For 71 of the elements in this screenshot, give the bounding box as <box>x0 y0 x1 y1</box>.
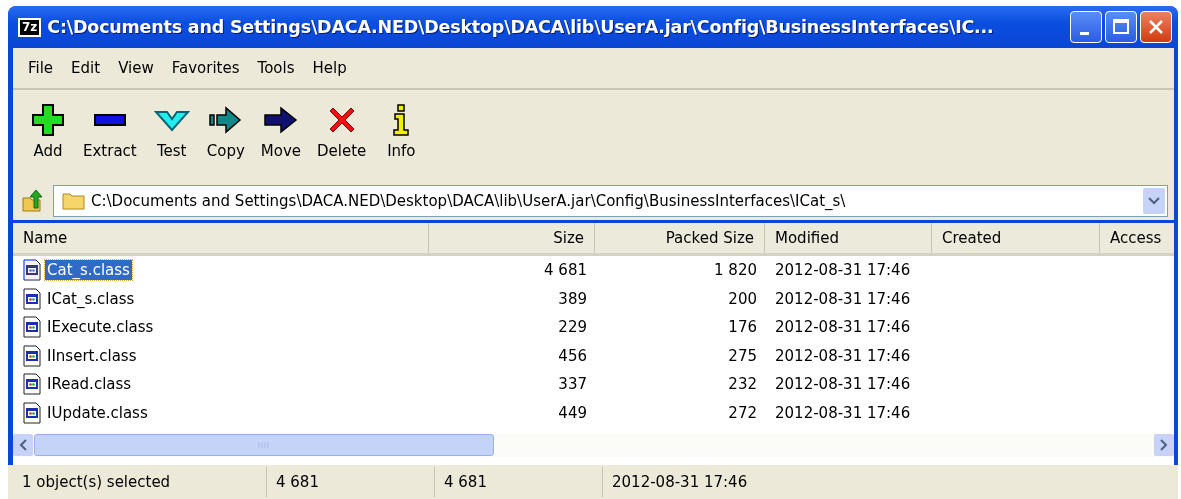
file-name[interactable]: IUpdate.class <box>45 402 150 423</box>
table-cell-text: 2012-08-31 17:46 <box>774 289 912 308</box>
table-cell-text: 2012-08-31 17:46 <box>774 346 912 365</box>
file-name[interactable]: IExecute.class <box>45 317 156 338</box>
scroll-left-button[interactable] <box>13 434 33 456</box>
menu-item[interactable]: View <box>109 59 163 77</box>
column-header[interactable]: Size <box>429 223 595 253</box>
menu-item[interactable]: Tools <box>248 59 304 77</box>
table-cell-text: 229 <box>557 318 588 337</box>
table-cell-text: 275 <box>727 346 758 365</box>
table-cell-text: 272 <box>727 403 758 422</box>
chevron-right-icon <box>1159 439 1169 451</box>
scroll-thumb[interactable] <box>34 434 494 456</box>
folder-icon <box>62 191 86 211</box>
menu-item[interactable]: Edit <box>62 59 110 77</box>
column-header[interactable]: Name <box>13 223 429 253</box>
menu-item[interactable]: Favorites <box>162 59 249 77</box>
column-header[interactable]: Modified <box>765 223 932 253</box>
table-cell-text: 449 <box>557 403 588 422</box>
table-cell-text: 2012-08-31 17:46 <box>774 375 912 394</box>
toolbar-button[interactable]: Test <box>144 102 199 160</box>
table-cell-text: 232 <box>727 375 758 394</box>
maximize-button[interactable] <box>1105 11 1137 43</box>
class-file-icon <box>21 316 43 339</box>
class-file-icon <box>21 401 43 424</box>
address-field[interactable]: C:\Documents and Settings\DACA.NED\Desktop\DACA\lib\UserA.jar\Config\BusinessInterfaces\ICat_s\ <box>53 185 1168 217</box>
minimize-icon <box>1079 31 1089 35</box>
column-header[interactable]: Packed Size <box>595 223 765 253</box>
table-cell-text: 2012-08-31 17:46 <box>774 318 912 337</box>
file-name[interactable]: Cat_s.class <box>45 260 132 281</box>
chevron-down-icon <box>1148 197 1160 205</box>
toolbar-button[interactable]: Delete <box>309 102 375 160</box>
class-file-icon <box>21 373 43 396</box>
toolbar-button[interactable]: Move <box>252 102 310 160</box>
file-name[interactable]: IInsert.class <box>45 345 139 366</box>
menu-item[interactable]: Help <box>303 59 356 77</box>
horizontal-scrollbar[interactable] <box>13 433 1174 457</box>
class-file-icon <box>21 287 43 310</box>
chevron-left-icon <box>18 439 28 451</box>
scroll-right-button[interactable] <box>1154 434 1174 456</box>
plus-icon <box>30 102 66 138</box>
folder-up-icon <box>20 188 46 214</box>
file-name[interactable]: IRead.class <box>45 374 134 395</box>
column-header[interactable]: Created <box>932 223 1100 253</box>
window-title: C:\Documents and Settings\DACA.NED\Desktop\DACA\lib\UserA.jar\Config\BusinessInterfaces\IC... <box>47 17 995 37</box>
table-cell-text: 200 <box>727 289 758 308</box>
dropdown-button[interactable] <box>1143 188 1165 214</box>
toolbar-button[interactable]: Info <box>374 102 429 160</box>
toolbar-button[interactable]: Extract <box>75 102 145 160</box>
toolbar-button[interactable]: Copy <box>198 102 253 160</box>
status-text: 4 681 <box>267 467 435 497</box>
menu-item[interactable]: File <box>19 59 63 77</box>
table-cell-text: 456 <box>557 346 588 365</box>
file-name[interactable]: ICat_s.class <box>45 288 137 309</box>
status-text: 1 object(s) selected <box>13 467 267 497</box>
toolbar-button[interactable]: Add <box>21 102 75 160</box>
status-text: 4 681 <box>435 467 603 497</box>
table-cell-text: 4 681 <box>543 261 588 280</box>
table-cell-text: 2012-08-31 17:46 <box>774 261 912 280</box>
table-cell-text: 1 820 <box>713 261 758 280</box>
close-button[interactable] <box>1140 11 1172 43</box>
table-cell-text: 2012-08-31 17:46 <box>774 403 912 422</box>
column-header[interactable]: Access <box>1100 223 1174 253</box>
status-text: 2012-08-31 17:46 <box>611 472 749 493</box>
class-file-icon <box>21 259 43 282</box>
table-cell-text: 176 <box>727 318 758 337</box>
minimize-button[interactable] <box>1070 11 1102 43</box>
table-cell-text: 337 <box>557 375 588 394</box>
table-cell-text: 389 <box>557 289 588 308</box>
class-file-icon <box>21 344 43 367</box>
app-badge: 7z <box>18 17 42 37</box>
